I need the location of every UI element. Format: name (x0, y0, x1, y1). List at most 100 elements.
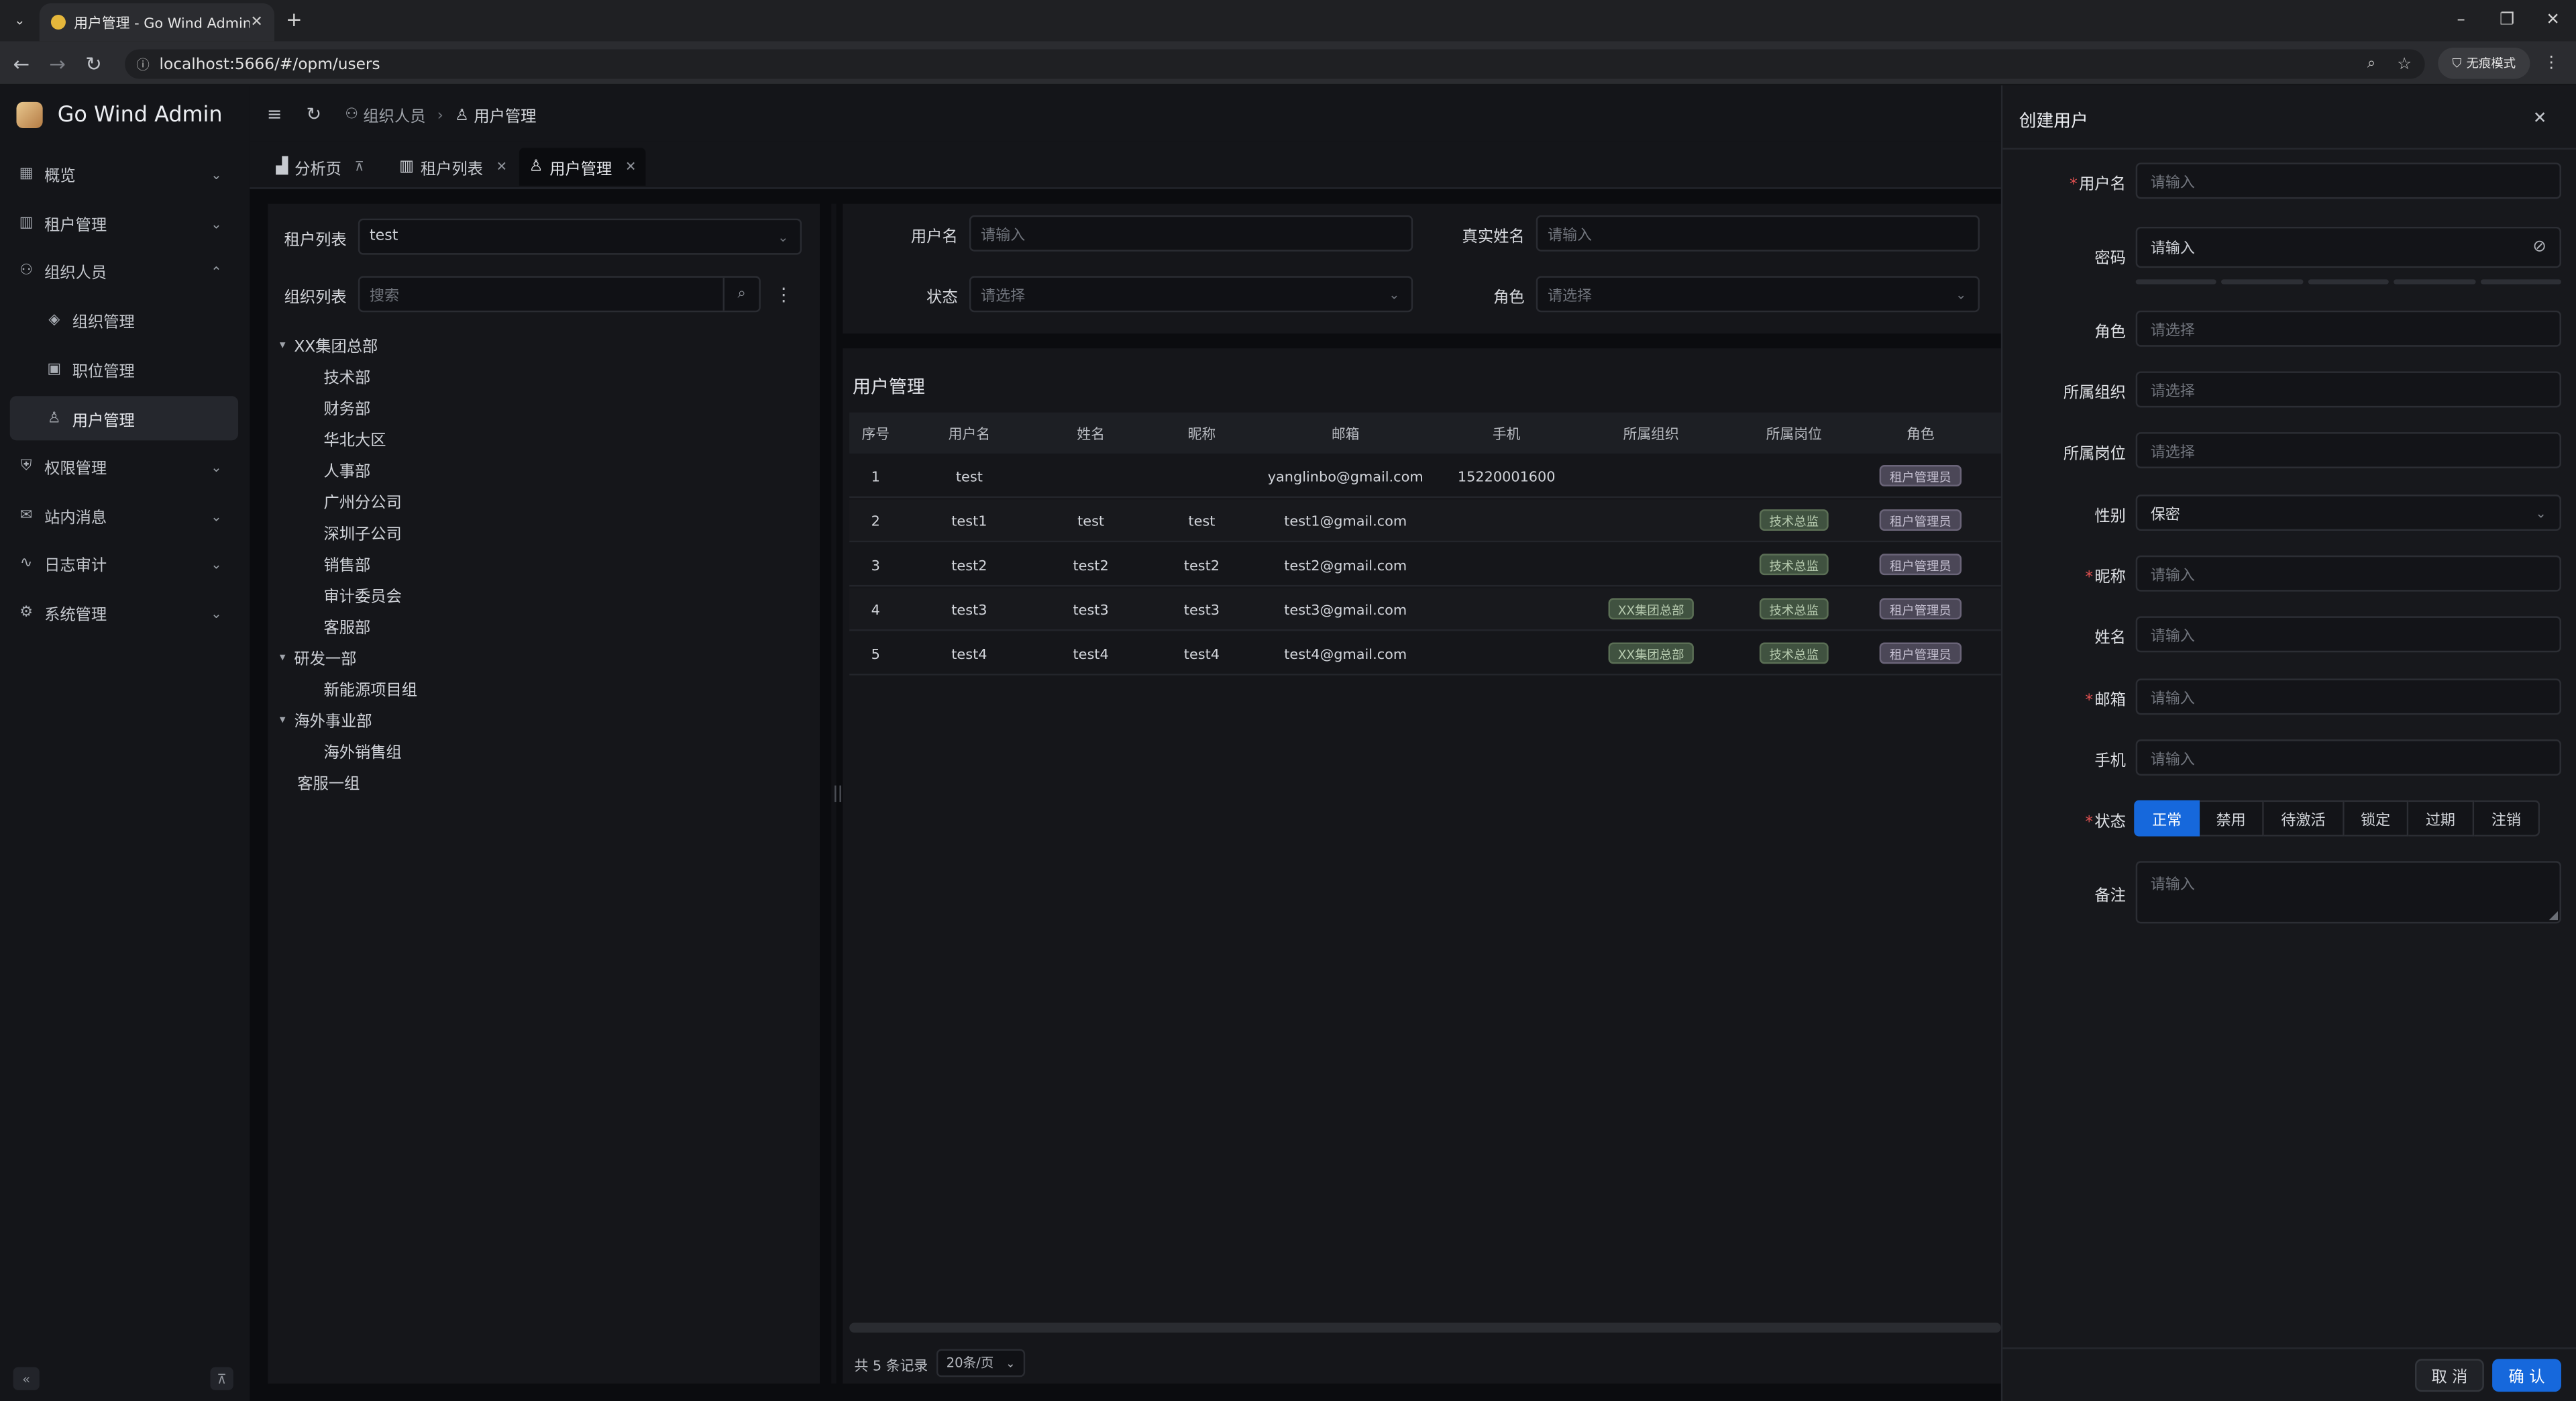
tree-node[interactable]: 深圳子公司 (271, 516, 813, 548)
back-icon[interactable]: ← (3, 41, 40, 85)
refresh-icon[interactable]: ↻ (303, 102, 325, 125)
row-index: 1 (871, 470, 880, 486)
bookmark-star-icon[interactable]: ☆ (2397, 55, 2412, 73)
realname-input[interactable]: 请输入 (2135, 616, 2561, 653)
collapse-sidebar-icon[interactable]: « (13, 1367, 40, 1390)
caret-down-icon[interactable]: ▾ (271, 713, 294, 726)
tab-search-icon[interactable]: ⌄ (7, 7, 33, 33)
confirm-button[interactable]: 确 认 (2492, 1359, 2561, 1392)
incognito-badge[interactable]: ⛉ 无痕模式 (2438, 48, 2530, 79)
sidebar-item-system[interactable]: ⚙ 系统管理 ⌄ (0, 590, 250, 636)
filter-role-select[interactable]: 请选择 ⌄ (1536, 276, 1980, 313)
tree-node[interactable]: 客服一组 (271, 766, 813, 797)
restore-icon[interactable]: ❐ (2484, 0, 2530, 41)
tree-node[interactable]: 销售部 (271, 548, 813, 579)
sidebar-item-permission[interactable]: ⛨ 权限管理 ⌄ (0, 444, 250, 490)
field-label-nickname: * 昵称 (2008, 564, 2126, 586)
row-index: 4 (871, 603, 880, 620)
username-input[interactable]: 请输入 (2135, 162, 2561, 199)
app-logo[interactable]: Go Wind Admin (16, 101, 223, 129)
tree-node[interactable]: ▾ XX集团总部 (271, 329, 813, 360)
chevron-down-icon: ⌄ (1389, 287, 1400, 302)
tree-node[interactable]: 广州分公司 (271, 484, 813, 516)
forward-icon[interactable]: → (40, 41, 76, 85)
page-size-select[interactable]: 20条/页 ⌄ (936, 1349, 1026, 1378)
tree-node-label: 海外销售组 (323, 743, 402, 762)
filter-username-input[interactable]: 请输入 (969, 215, 1413, 252)
sidebar-item-org-manage[interactable]: ◈ 组织管理 (0, 297, 250, 344)
role-select[interactable]: 请选择 (2135, 310, 2561, 347)
pin-icon[interactable]: ⊼ (355, 160, 364, 174)
site-info-icon[interactable]: ⓘ (136, 55, 150, 73)
tenant-select[interactable]: test ⌄ (358, 218, 802, 255)
cancel-button[interactable]: 取 消 (2415, 1359, 2484, 1392)
tab-tenant-list[interactable]: ▥ 租户列表 ✕ (389, 148, 517, 185)
tree-node[interactable]: 人事部 (271, 454, 813, 485)
filter-username-label: 用户名 (910, 228, 958, 247)
field-label-status: * 状态 (2008, 809, 2126, 831)
filter-realname-input[interactable]: 请输入 (1536, 215, 1980, 252)
password-input[interactable]: 请输入 ⊘ (2135, 226, 2561, 268)
mobile-input[interactable]: 请输入 (2135, 739, 2561, 776)
close-window-icon[interactable]: ✕ (2530, 0, 2576, 41)
sidebar-item-overview[interactable]: ▦ 概览 ⌄ (0, 151, 250, 197)
tab-analysis[interactable]: ▟ 分析页 ⊼ (266, 148, 374, 185)
sidebar-item-org-people[interactable]: ⚇ 组织人员 ⌃ (0, 248, 250, 295)
close-tab-icon[interactable]: ✕ (250, 14, 262, 30)
sidebar-item-position-manage[interactable]: ▣ 职位管理 (0, 347, 250, 393)
org-search-input[interactable]: 搜索 ⌕ (358, 276, 761, 313)
org-select[interactable]: 请选择 (2135, 371, 2561, 408)
breadcrumb-item-org-people[interactable]: 组织人员 (363, 103, 425, 127)
label-text: 姓名 (2094, 629, 2126, 647)
grid-icon: ▦ (19, 166, 34, 183)
tree-node[interactable]: 技术部 (271, 360, 813, 391)
status-option-normal[interactable]: 正常 (2134, 800, 2200, 837)
nickname-input[interactable]: 请输入 (2135, 555, 2561, 592)
caret-down-icon[interactable]: ▾ (271, 650, 294, 664)
horizontal-scrollbar[interactable] (849, 1322, 2001, 1333)
placeholder: 请输入 (2150, 242, 2195, 258)
menu-toggle-icon[interactable]: ≡ (263, 102, 286, 125)
email-input[interactable]: 请输入 (2135, 678, 2561, 715)
eye-off-icon[interactable]: ⊘ (2532, 238, 2546, 256)
post-select[interactable]: 请选择 (2135, 432, 2561, 468)
reload-icon[interactable]: ↻ (76, 41, 112, 85)
status-option-disabled[interactable]: 禁用 (2200, 800, 2264, 837)
tree-node[interactable]: 海外销售组 (271, 735, 813, 766)
caret-down-icon[interactable]: ▾ (271, 338, 294, 351)
more-options-icon[interactable]: ⋮ (772, 282, 795, 305)
gender-select[interactable]: 保密 ⌄ (2135, 495, 2561, 531)
close-tab-icon[interactable]: ✕ (625, 160, 636, 174)
tab-user-manage[interactable]: ♙ 用户管理 ✕ (519, 148, 647, 186)
sidebar-item-user-manage[interactable]: ♙ 用户管理 (9, 396, 239, 441)
tree-node[interactable]: 华北大区 (271, 422, 813, 454)
sidebar-item-audit[interactable]: ∿ 日志审计 ⌄ (0, 541, 250, 587)
tree-node[interactable]: ▾ 研发一部 (271, 641, 813, 672)
sidebar-item-messages[interactable]: ✉ 站内消息 ⌄ (0, 493, 250, 539)
status-option-expired[interactable]: 过期 (2408, 800, 2475, 837)
sidebar-item-tenant[interactable]: ▥ 租户管理 ⌄ (0, 201, 250, 247)
browser-tab[interactable]: 用户管理 - Go Wind Admin ✕ (39, 3, 274, 42)
close-tab-icon[interactable]: ✕ (496, 160, 507, 174)
remark-textarea[interactable]: 请输入 ◢ (2135, 861, 2561, 924)
status-option-locked[interactable]: 锁定 (2344, 800, 2409, 837)
tree-node[interactable]: ▾ 海外事业部 (271, 703, 813, 735)
status-option-pending[interactable]: 待激活 (2263, 800, 2345, 837)
tree-node[interactable]: 客服部 (271, 610, 813, 641)
tree-node[interactable]: 新能源项目组 (271, 672, 813, 704)
url-field[interactable]: ⓘ localhost:5666/#/opm/users ⌕ ☆ (125, 49, 2425, 79)
drag-handle-icon[interactable] (835, 785, 841, 802)
search-icon[interactable]: ⌕ (722, 277, 759, 311)
resize-handle-icon[interactable]: ◢ (2549, 909, 2558, 922)
pin-sidebar-icon[interactable]: ⊼ (210, 1367, 233, 1390)
tree-node[interactable]: 审计委员会 (271, 578, 813, 610)
browser-menu-icon[interactable]: ⋮ (2540, 48, 2563, 79)
zoom-icon[interactable]: ⌕ (2367, 56, 2375, 72)
tree-node[interactable]: 财务部 (271, 391, 813, 423)
field-label-post: 所属岗位 (2008, 440, 2126, 464)
new-tab-button[interactable]: + (282, 7, 305, 33)
filter-status-select[interactable]: 请选择 ⌄ (969, 276, 1413, 313)
status-option-cancelled[interactable]: 注销 (2474, 800, 2540, 837)
minimize-icon[interactable]: – (2438, 0, 2484, 41)
close-drawer-icon[interactable]: ✕ (2528, 107, 2551, 129)
